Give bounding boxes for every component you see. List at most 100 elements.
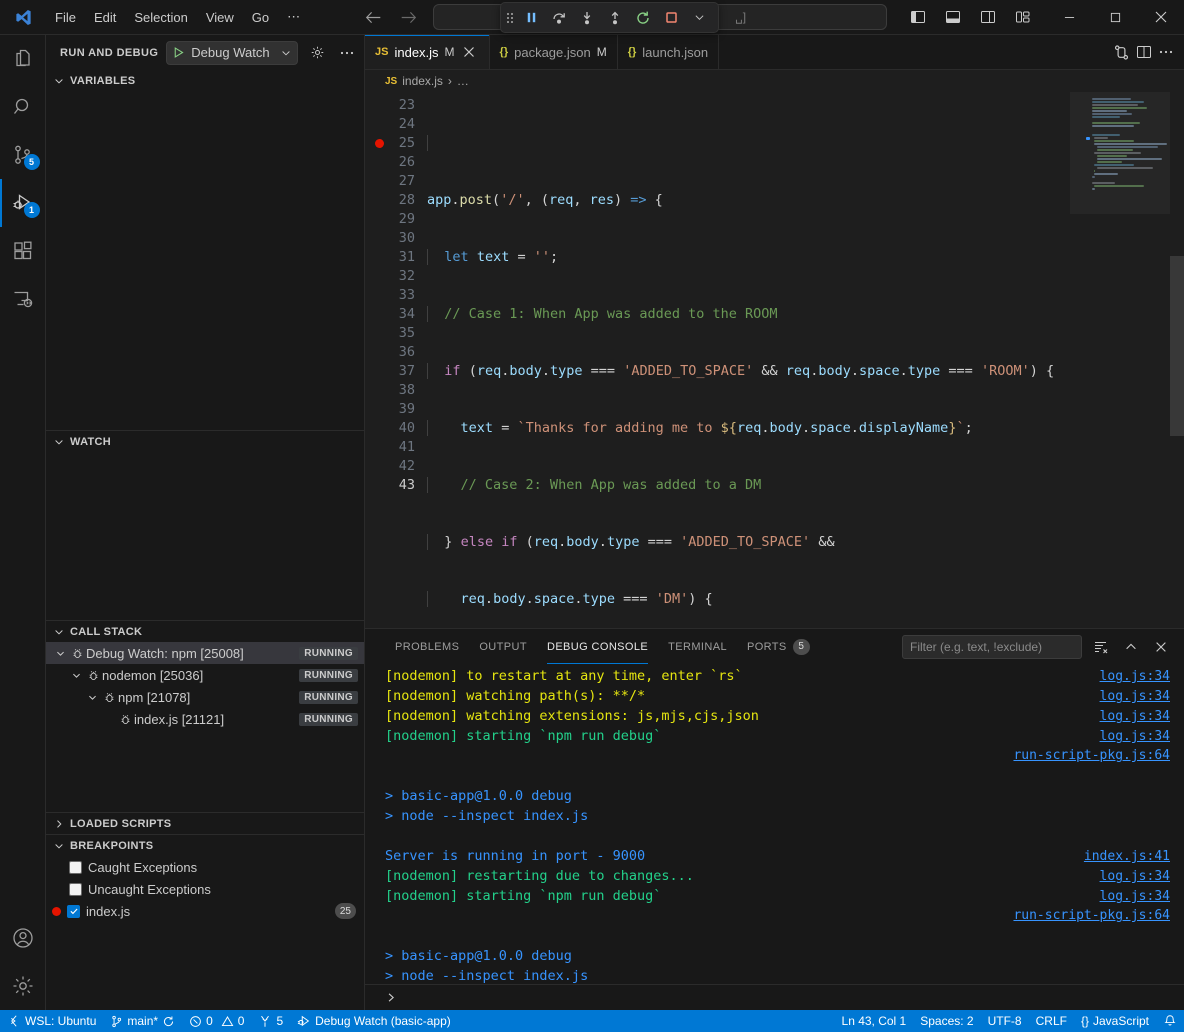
tab-terminal[interactable]: TERMINAL	[658, 629, 737, 664]
watch-section-header[interactable]: WATCH	[46, 430, 364, 452]
console-source-link[interactable]: log.js:34	[1100, 707, 1170, 727]
activity-item-source-control[interactable]: 5	[0, 131, 46, 179]
filter-input[interactable]: Filter (e.g. text, !exclude)	[902, 635, 1082, 659]
activity-item-extensions[interactable]	[0, 227, 46, 275]
step-into-button[interactable]	[574, 6, 600, 30]
menu-go[interactable]: Go	[243, 7, 278, 28]
run-file-debug-icon[interactable]	[1113, 44, 1130, 61]
open-launch-json-gear-icon[interactable]	[306, 42, 328, 64]
console-source-link[interactable]: log.js:34	[1100, 687, 1170, 707]
status-language-mode[interactable]: {} JavaScript	[1074, 1010, 1156, 1032]
console-source-link[interactable]: run-script-pkg.js:64	[1013, 906, 1170, 926]
status-branch[interactable]: main*	[103, 1010, 182, 1032]
menu-edit[interactable]: Edit	[85, 7, 125, 28]
customize-layout-icon[interactable]	[1008, 3, 1038, 31]
editor-more-actions-icon[interactable]	[1158, 44, 1174, 60]
tab-ports[interactable]: PORTS 5	[737, 629, 820, 664]
status-remote[interactable]: WSL: Ubuntu	[0, 1010, 103, 1032]
toggle-primary-sidebar-icon[interactable]	[903, 3, 933, 31]
start-debug-icon[interactable]	[172, 46, 185, 59]
menu-file[interactable]: File	[46, 7, 85, 28]
status-ports[interactable]: 5	[251, 1010, 290, 1032]
stop-button[interactable]	[658, 6, 684, 30]
breakpoint-checkbox[interactable]	[67, 905, 80, 918]
debug-more-chevron-icon[interactable]	[686, 6, 712, 30]
maximize-button[interactable]	[1092, 0, 1138, 35]
breakpoint-glyph-icon[interactable]	[375, 139, 384, 148]
status-encoding[interactable]: UTF-8	[981, 1010, 1029, 1032]
toggle-panel-icon[interactable]	[938, 3, 968, 31]
breakpoint-row[interactable]: index.js 25	[46, 900, 364, 922]
menu-more[interactable]: ⋯	[278, 6, 309, 28]
close-panel-icon[interactable]	[1150, 636, 1172, 658]
breakpoint-checkbox[interactable]	[69, 861, 82, 874]
console-source-link[interactable]: log.js:34	[1100, 727, 1170, 747]
console-source-link[interactable]: log.js:34	[1100, 667, 1170, 687]
step-over-button[interactable]	[546, 6, 572, 30]
drag-handle-icon[interactable]	[507, 13, 513, 23]
tab-index-js[interactable]: JS index.js M	[365, 35, 490, 69]
chevron-down-icon[interactable]	[84, 692, 100, 703]
close-icon[interactable]	[463, 46, 479, 58]
call-stack-row[interactable]: nodemon [25036] RUNNING	[46, 664, 364, 686]
tab-output[interactable]: OUTPUT	[469, 629, 537, 664]
status-problems[interactable]: 0 0	[182, 1010, 251, 1032]
chevron-down-icon[interactable]	[68, 670, 84, 681]
status-notifications[interactable]	[1156, 1010, 1184, 1032]
status-cursor-position[interactable]: Ln 43, Col 1	[835, 1010, 914, 1032]
tab-debug-console[interactable]: DEBUG CONSOLE	[537, 629, 658, 664]
menu-selection[interactable]: Selection	[125, 7, 196, 28]
toggle-secondary-sidebar-icon[interactable]	[973, 3, 1003, 31]
activity-item-explorer[interactable]	[0, 35, 46, 83]
code-content[interactable]: app.post('/', (req, res) => { let text =…	[427, 92, 1084, 628]
activity-item-settings[interactable]	[0, 962, 46, 1010]
breakpoint-row[interactable]: Caught Exceptions	[46, 856, 364, 878]
status-eol[interactable]: CRLF	[1029, 1010, 1074, 1032]
sync-icon[interactable]	[162, 1015, 175, 1028]
menu-view[interactable]: View	[197, 7, 243, 28]
console-source-link[interactable]: log.js:34	[1100, 887, 1170, 907]
console-source-link[interactable]: run-script-pkg.js:64	[1013, 746, 1170, 766]
breadcrumb-file[interactable]: index.js	[402, 74, 443, 88]
line-number-gutter[interactable]: 23 24 25 26 27 28 29 30 31 32 33 34 35 3…	[365, 92, 427, 628]
editor-scrollbar[interactable]	[1170, 92, 1184, 628]
split-editor-icon[interactable]	[1136, 44, 1152, 60]
chevron-down-icon[interactable]	[280, 47, 292, 59]
breakpoint-row[interactable]: Uncaught Exceptions	[46, 878, 364, 900]
back-arrow-icon[interactable]	[365, 9, 382, 26]
maximize-panel-icon[interactable]	[1120, 636, 1142, 658]
console-source-link[interactable]: index.js:41	[1084, 847, 1170, 867]
call-stack-row[interactable]: npm [21078] RUNNING	[46, 686, 364, 708]
status-debug-session[interactable]: Debug Watch (basic-app)	[290, 1010, 458, 1032]
forward-arrow-icon[interactable]	[400, 9, 417, 26]
clear-console-icon[interactable]	[1090, 636, 1112, 658]
activity-item-search[interactable]	[0, 83, 46, 131]
minimize-button[interactable]	[1046, 0, 1092, 35]
activity-item-remote-explorer[interactable]	[0, 275, 46, 323]
close-button[interactable]	[1138, 0, 1184, 35]
breakpoints-section-header[interactable]: BREAKPOINTS	[46, 834, 364, 856]
launch-config-dropdown[interactable]: Debug Watch	[166, 41, 298, 65]
tab-package-json[interactable]: {} package.json M	[490, 35, 618, 69]
restart-button[interactable]	[630, 6, 656, 30]
loaded-scripts-section-header[interactable]: LOADED SCRIPTS	[46, 812, 364, 834]
breadcrumb[interactable]: JS index.js › …	[365, 70, 1184, 92]
activity-item-run-and-debug[interactable]: 1	[0, 179, 46, 227]
call-stack-row[interactable]: index.js [21121] RUNNING	[46, 708, 364, 730]
console-source-link[interactable]: log.js:34	[1100, 867, 1170, 887]
activity-item-accounts[interactable]	[0, 914, 46, 962]
code-editor[interactable]: 23 24 25 26 27 28 29 30 31 32 33 34 35 3…	[365, 92, 1184, 628]
minimap-slider[interactable]	[1070, 92, 1170, 214]
tab-problems[interactable]: PROBLEMS	[385, 629, 469, 664]
call-stack-section-header[interactable]: CALL STACK	[46, 620, 364, 642]
status-indentation[interactable]: Spaces: 2	[913, 1010, 980, 1032]
step-out-button[interactable]	[602, 6, 628, 30]
variables-section-header[interactable]: VARIABLES	[46, 70, 364, 92]
debug-console-output[interactable]: [nodemon] to restart at any time, enter …	[365, 664, 1184, 984]
chevron-down-icon[interactable]	[52, 648, 68, 659]
breadcrumb-symbol[interactable]: …	[457, 74, 469, 88]
scrollbar-thumb[interactable]	[1170, 256, 1184, 436]
debug-toolbar[interactable]	[500, 2, 719, 33]
minimap[interactable]	[1084, 92, 1184, 628]
sidebar-more-actions-icon[interactable]	[336, 42, 358, 64]
